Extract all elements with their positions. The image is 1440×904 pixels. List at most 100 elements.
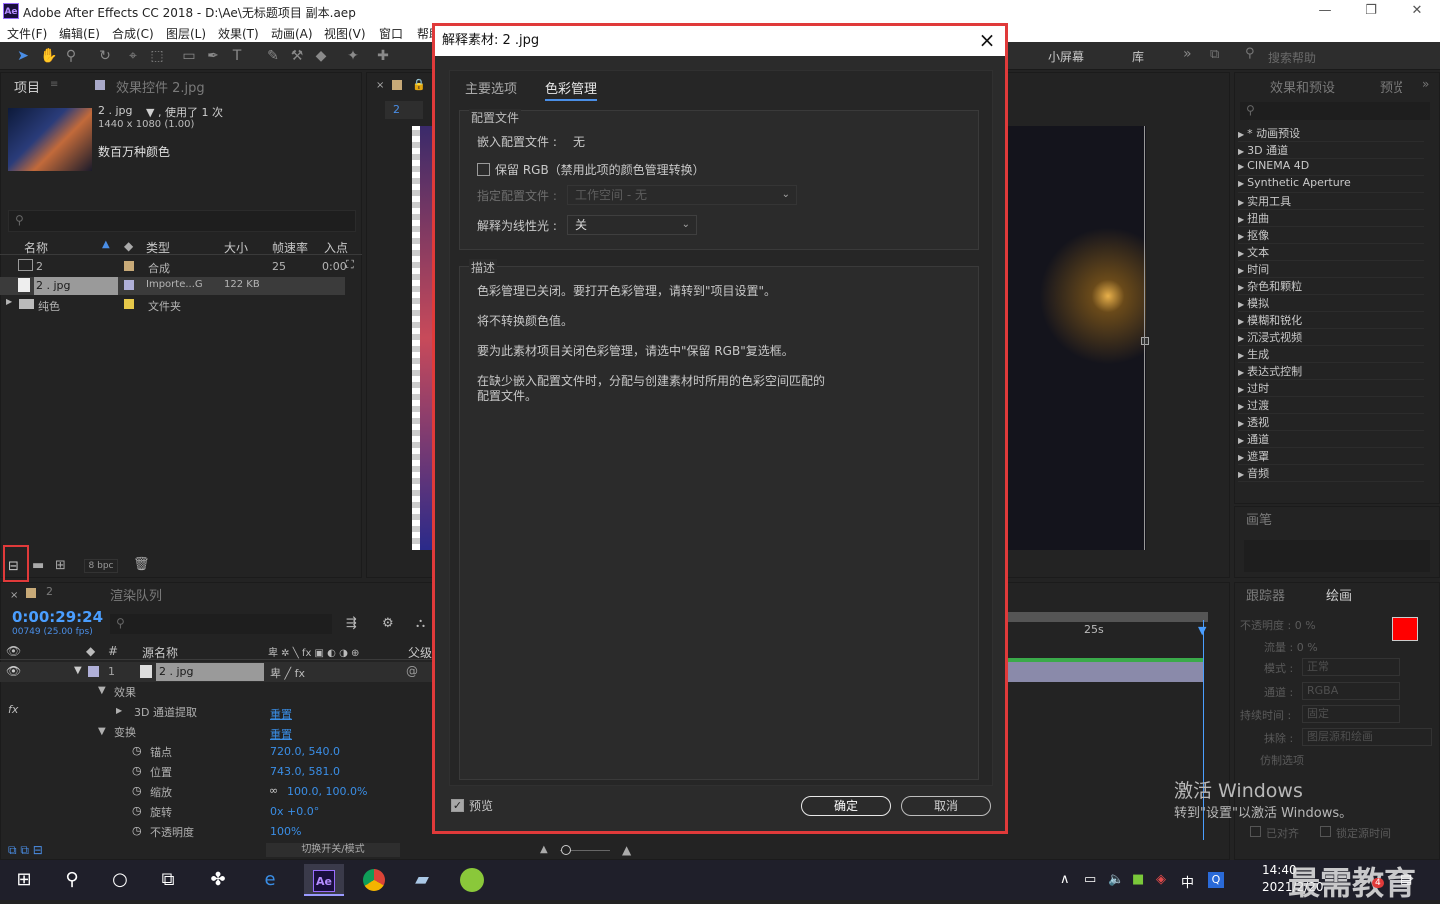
stopwatch-icon[interactable]: ◷ (132, 744, 142, 757)
close-tab-icon[interactable]: × (10, 590, 18, 601)
rotate-tool-icon[interactable]: ↻ (96, 47, 114, 65)
menu-animation[interactable]: 动画(A) (271, 25, 313, 42)
network-icon[interactable]: ▭ (1084, 872, 1096, 887)
rectangle-tool-icon[interactable]: ▭ (180, 47, 198, 65)
preserve-rgb-checkbox[interactable] (477, 163, 490, 176)
security-icon[interactable]: ◈ (1156, 872, 1166, 887)
bpc-button[interactable]: 8 bpc (84, 559, 118, 573)
stopwatch-icon[interactable]: ◷ (132, 804, 142, 817)
preview-label[interactable]: 预览 (469, 797, 493, 814)
effect-category[interactable]: 杂色和颗粒 (1238, 278, 1424, 295)
menu-edit[interactable]: 编辑(E) (59, 25, 100, 42)
ok-button[interactable]: 确定 (801, 796, 891, 816)
roto-brush-tool-icon[interactable]: ✦ (344, 47, 362, 65)
col-size[interactable]: 大小 (224, 239, 248, 256)
effect-category[interactable]: 生成 (1238, 346, 1424, 363)
zoom-out-icon[interactable]: ▲ (540, 844, 548, 855)
flowchart-icon[interactable]: ⛶ (346, 258, 354, 272)
effect-category[interactable]: 沉浸式视频 (1238, 329, 1424, 346)
preview-checkbox[interactable]: ✓ (451, 799, 464, 812)
eraser-tool-icon[interactable]: ◆ (312, 47, 330, 65)
expand-arrow-icon[interactable]: ▶ (6, 297, 12, 306)
menu-composition[interactable]: 合成(C) (112, 25, 154, 42)
label-icon[interactable]: ◆ (86, 644, 95, 658)
tray-chevron-icon[interactable]: ∧ (1060, 872, 1070, 887)
maximize-button[interactable]: ❐ (1348, 0, 1394, 22)
effect-category[interactable]: 模拟 (1238, 295, 1424, 312)
ime-indicator[interactable]: 中 (1181, 872, 1194, 891)
sync-icon[interactable]: ⧉ (1210, 47, 1219, 62)
comp-tab[interactable]: 2 (385, 101, 423, 119)
effect-category[interactable]: 文本 (1238, 244, 1424, 261)
green-app-icon[interactable] (452, 864, 492, 896)
new-folder-icon[interactable]: ▬ (32, 558, 44, 573)
effect-category[interactable]: CINEMA 4D (1238, 159, 1424, 176)
constrain-link-icon[interactable]: ∞ (269, 784, 278, 797)
effect-category[interactable]: 过渡 (1238, 397, 1424, 414)
col-parent[interactable]: 父级 (408, 644, 432, 661)
ie-browser-icon[interactable]: e (250, 864, 290, 896)
layer-switches[interactable]: 卑 ╱ fx (270, 665, 305, 681)
project-search-input[interactable]: ⚲ (8, 210, 356, 232)
transform-reset-link[interactable]: 重置 (270, 726, 292, 742)
col-in[interactable]: 入点 (324, 239, 348, 256)
interpret-footage-button[interactable]: ⊟ (3, 545, 29, 582)
camera-tool-icon[interactable]: ⌖ (124, 47, 142, 65)
close-tab-icon[interactable]: × (376, 80, 384, 91)
chrome-browser-icon[interactable] (354, 864, 394, 896)
col-type[interactable]: 类型 (146, 239, 170, 256)
expand-arrow-icon[interactable]: ▼ (98, 726, 106, 737)
col-source-name[interactable]: 源名称 (142, 644, 178, 661)
transform-handle[interactable] (1141, 337, 1149, 345)
effect-category[interactable]: * 动画预设 (1238, 125, 1424, 142)
paint-channel-select[interactable]: RGBA (1302, 682, 1400, 700)
effect-category[interactable]: 抠像 (1238, 227, 1424, 244)
zoom-in-icon[interactable]: ▲ (622, 843, 631, 857)
effect-reset-link[interactable]: 重置 (270, 706, 292, 722)
label-icon[interactable]: ◆ (124, 239, 133, 253)
collapse-arrow-icon[interactable]: ▼ (74, 665, 82, 676)
nvidia-icon[interactable]: ■ (1132, 872, 1144, 887)
panel-overflow-icon[interactable]: » (1422, 77, 1429, 91)
project-row-selected[interactable]: 2 . jpg Importe...G 122 KB (0, 277, 345, 295)
hand-tool-icon[interactable]: ✋ (40, 47, 58, 65)
parent-pickwhip-icon[interactable]: @ (406, 664, 418, 678)
effect-category[interactable]: 表达式控制 (1238, 363, 1424, 380)
lock-icon[interactable]: 🔒 (412, 78, 426, 91)
foreground-color-swatch[interactable] (1392, 617, 1418, 641)
task-view-icon[interactable]: ⧉ (148, 864, 188, 896)
expand-arrow-icon[interactable]: ▼ (98, 685, 106, 696)
search-help-input[interactable]: 搜索帮助 (1268, 49, 1316, 66)
prop-opacity-value[interactable]: 100% (270, 825, 301, 838)
work-area-bar[interactable] (1008, 612, 1208, 622)
prop-scale-value[interactable]: 100.0, 100.0% (287, 785, 367, 798)
col-fps[interactable]: 帧速率 (272, 239, 308, 256)
selection-tool-icon[interactable]: ➤ (14, 47, 32, 65)
footage-usage[interactable]: ▼ , 使用了 1 次 (146, 104, 223, 120)
preserve-rgb-label[interactable]: 保留 RGB（禁用此项的颜色管理转换） (495, 161, 705, 178)
paint-opacity[interactable]: 不透明度 : 0 % (1240, 617, 1316, 633)
tab-preview[interactable]: 预览 (1380, 77, 1402, 96)
layer-bar[interactable] (1008, 662, 1204, 682)
menu-help[interactable]: 帮助 (417, 25, 432, 42)
effects-group[interactable]: 效果 (114, 684, 136, 700)
project-row[interactable]: 2 合成 25 0:00 ⛶ (0, 258, 362, 276)
timecode[interactable]: 0:00:29:24 (12, 608, 103, 626)
effect-category[interactable]: 3D 通道 (1238, 142, 1424, 159)
tab-main-options[interactable]: 主要选项 (465, 78, 517, 97)
tab-project[interactable]: 项目 (14, 77, 40, 96)
paint-duration-select[interactable]: 固定 (1302, 705, 1400, 723)
brush-tips[interactable] (1244, 540, 1430, 572)
tab-timeline-comp[interactable]: 2 (46, 585, 53, 598)
type-tool-icon[interactable]: T (228, 47, 246, 65)
volume-icon[interactable]: 🔈 (1108, 872, 1124, 887)
tab-effects-presets[interactable]: 效果和预设 (1270, 77, 1335, 96)
label-swatch[interactable] (124, 299, 134, 309)
dialog-close-button[interactable]: × (977, 26, 997, 56)
label-swatch[interactable] (124, 261, 134, 271)
effect-category[interactable]: 音频 (1238, 465, 1424, 482)
brush-tool-icon[interactable]: ✎ (264, 47, 282, 65)
pen-tool-icon[interactable]: ✒ (204, 47, 222, 65)
aligned-checkbox[interactable] (1250, 826, 1261, 837)
shy-layers-icon[interactable]: ⛬ (416, 616, 425, 631)
